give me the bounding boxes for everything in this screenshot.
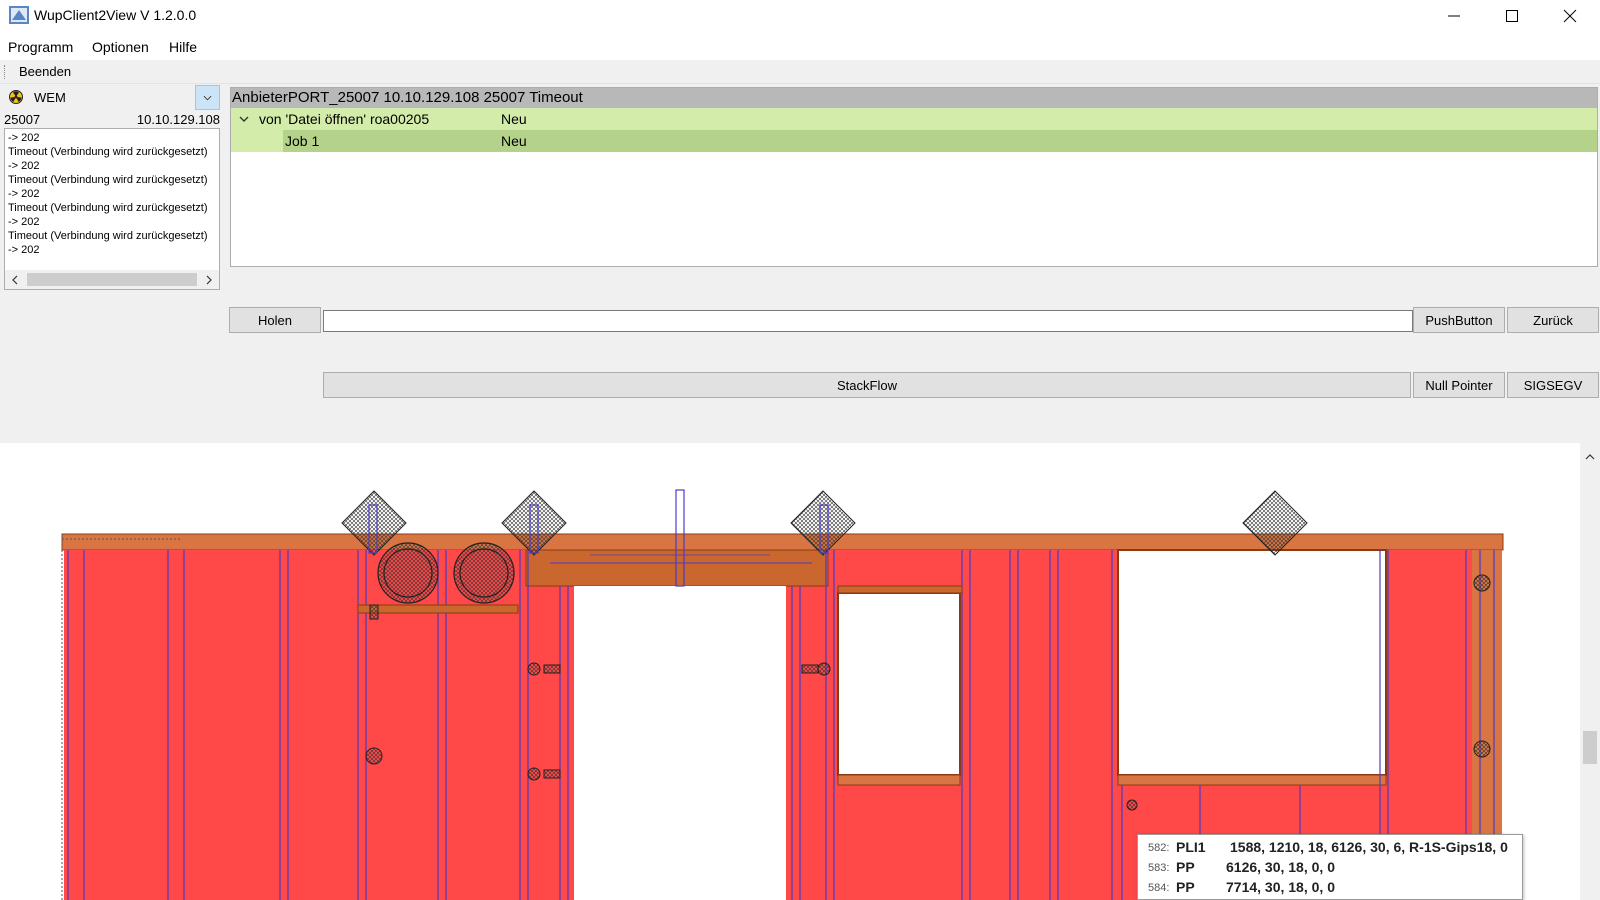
log-line: Timeout (Verbindung wird zurückgesetzt) — [8, 230, 208, 242]
log-line: -> 202 — [8, 132, 40, 144]
command-input[interactable] — [323, 310, 1413, 332]
tooltip-row-values: 1588, 1210, 18, 6126, 30, 6, R-1S-Gips18… — [1230, 839, 1508, 855]
chevron-down-icon[interactable] — [238, 113, 250, 125]
quit-button[interactable]: Beenden — [19, 64, 71, 79]
menu-programm[interactable]: Programm — [8, 39, 73, 55]
toolbar: Beenden — [0, 60, 1600, 84]
toolbar-grip[interactable] — [4, 65, 7, 79]
zurueck-button[interactable]: Zurück — [1507, 307, 1599, 333]
sigsegv-button[interactable]: SIGSEGV — [1507, 372, 1599, 398]
wall-drawing — [61, 489, 1504, 900]
window-title: WupClient2View V 1.2.0.0 — [34, 7, 197, 23]
tooltip-row-code: PLI1 — [1176, 839, 1206, 855]
close-button[interactable] — [1541, 0, 1599, 32]
log-horizontal-scrollbar[interactable] — [5, 270, 219, 289]
menu-bar: Programm Optionen Hilfe — [0, 32, 1600, 60]
tooltip-row-number: 584: — [1148, 882, 1170, 894]
scroll-up-icon[interactable] — [1585, 449, 1595, 464]
stackflow-button[interactable]: StackFlow — [323, 372, 1411, 398]
canvas-vertical-scrollbar[interactable] — [1580, 443, 1600, 900]
log-line: Timeout (Verbindung wird zurückgesetzt) — [8, 174, 208, 186]
radiation-icon — [9, 90, 23, 104]
element-tooltip: 582: PLI1 1588, 1210, 18, 6126, 30, 6, R… — [1137, 834, 1523, 900]
minimize-button[interactable] — [1425, 0, 1483, 32]
tree-row-name: von 'Datei öffnen' roa00205 — [259, 111, 430, 127]
pushbutton-button[interactable]: PushButton — [1413, 307, 1505, 333]
log-line: -> 202 — [8, 216, 40, 228]
tree-row-status: Neu — [501, 111, 527, 127]
tree-row-name: Job 1 — [285, 133, 320, 149]
log-line: Timeout (Verbindung wird zurückgesetzt) — [8, 146, 208, 158]
scroll-left-icon[interactable] — [7, 272, 23, 287]
connection-ip: 10.10.129.108 — [136, 112, 220, 127]
maximize-button[interactable] — [1483, 0, 1541, 32]
scroll-right-icon[interactable] — [201, 272, 217, 287]
scrollbar-thumb[interactable] — [1583, 731, 1597, 764]
log-list[interactable]: -> 202 Timeout (Verbindung wird zurückge… — [4, 128, 220, 290]
tree-row-status: Neu — [501, 133, 527, 149]
scrollbar-thumb[interactable] — [27, 273, 197, 286]
tooltip-row-code: PP — [1176, 859, 1195, 875]
connection-port: 25007 — [4, 112, 41, 127]
holen-button[interactable]: Holen — [229, 307, 321, 333]
log-line: -> 202 — [8, 160, 40, 172]
chevron-down-icon[interactable] — [195, 85, 220, 110]
menu-hilfe[interactable]: Hilfe — [169, 39, 197, 55]
tree-row-selection — [283, 130, 1597, 152]
tree-row-source[interactable]: von 'Datei öffnen' roa00205 Neu — [231, 108, 1597, 130]
title-bar: WupClient2View V 1.2.0.0 — [0, 0, 1600, 32]
tooltip-row-values: 6126, 30, 18, 0, 0 — [1226, 859, 1335, 875]
tree-header: AnbieterPORT_25007 10.10.129.108 25007 T… — [231, 88, 1597, 108]
menu-optionen[interactable]: Optionen — [92, 39, 149, 55]
connection-select[interactable]: WEM — [4, 85, 220, 110]
tooltip-row-number: 583: — [1148, 862, 1170, 874]
job-tree[interactable]: AnbieterPORT_25007 10.10.129.108 25007 T… — [230, 87, 1598, 267]
tooltip-row-code: PP — [1176, 879, 1195, 895]
drawing-canvas[interactable] — [0, 443, 1580, 900]
tree-row-job[interactable]: Job 1 Neu — [231, 130, 1597, 152]
log-line: Timeout (Verbindung wird zurückgesetzt) — [8, 202, 208, 214]
log-line: -> 202 — [8, 244, 40, 256]
connection-selected: WEM — [34, 90, 66, 105]
null-pointer-button[interactable]: Null Pointer — [1413, 372, 1505, 398]
app-icon — [9, 6, 29, 24]
log-line: -> 202 — [8, 188, 40, 200]
tooltip-row-values: 7714, 30, 18, 0, 0 — [1226, 879, 1335, 895]
tooltip-row-number: 582: — [1148, 842, 1170, 854]
